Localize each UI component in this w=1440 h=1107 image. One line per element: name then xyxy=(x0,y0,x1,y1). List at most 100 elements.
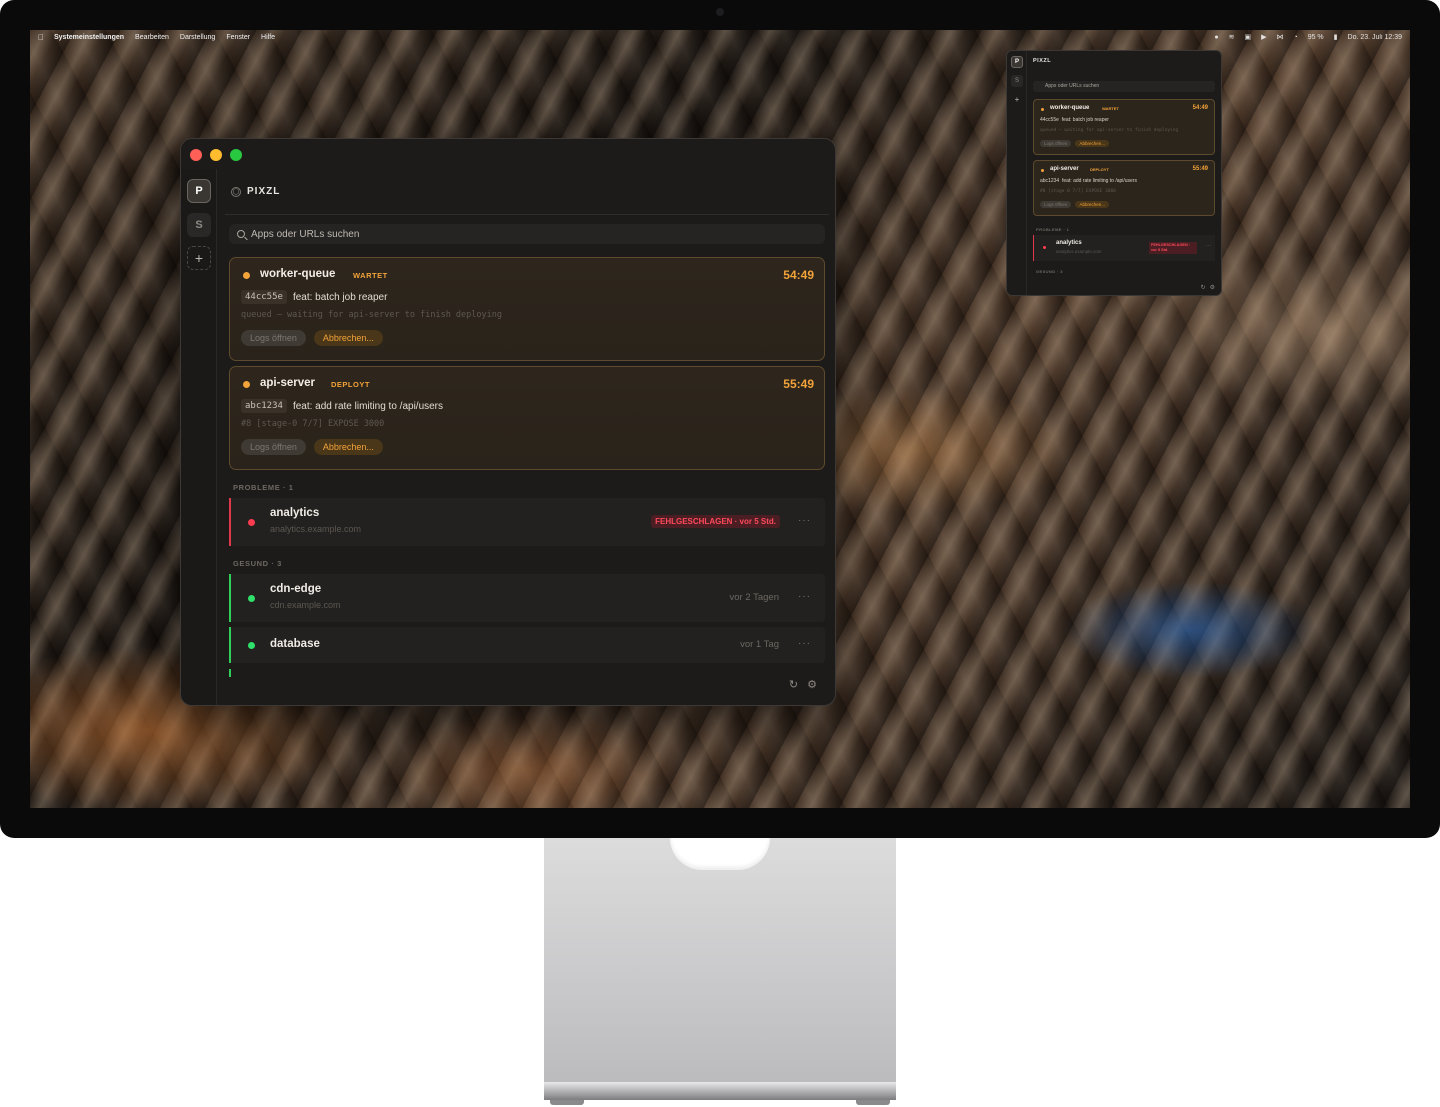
mini-commit-message: feat: add rate limiting to /api/users xyxy=(1061,178,1138,184)
menu-darstellung[interactable]: Darstellung xyxy=(180,34,215,41)
bluetooth-icon[interactable]: ⋈ xyxy=(1276,33,1283,41)
mini-commit-message: feat: batch job reaper xyxy=(1061,117,1109,123)
status-bar xyxy=(229,498,231,546)
service-row-cdn-edge[interactable]: cdn-edge cdn.example.com vor 2 Tagen ··· xyxy=(229,574,825,622)
problems-header: PROBLEME · 1 xyxy=(233,483,294,492)
status-dot xyxy=(248,642,255,649)
zoom-button[interactable] xyxy=(230,149,242,161)
display-icon[interactable]: ▣ xyxy=(1244,33,1251,41)
rail-project-s[interactable]: S xyxy=(187,213,211,237)
pixzl-window: P S + ◯ PIXZL Apps oder URLs suchen work… xyxy=(180,138,836,706)
mini-rail-project-s[interactable]: S xyxy=(1011,75,1023,87)
gear-icon[interactable]: ⚙ xyxy=(1210,284,1215,291)
gear-icon[interactable]: ⚙ xyxy=(807,678,817,691)
commit-sha: 44cc55e xyxy=(241,290,287,304)
more-icon[interactable]: ··· xyxy=(798,638,811,649)
service-name: cdn-edge xyxy=(270,583,322,595)
last-deploy-time: vor 2 Tagen xyxy=(729,592,779,603)
deploy-name: api-server xyxy=(260,377,315,389)
mini-deploy-card: api-server DEPLOYT 55:49 abc1234 feat: a… xyxy=(1033,160,1215,216)
cancel-button[interactable]: Abbrechen... xyxy=(313,439,383,455)
stand-foot-edge xyxy=(550,1100,584,1105)
pixzl-logo-icon: ◯ xyxy=(231,186,241,197)
mini-window[interactable]: P S + PIXZL Apps oder URLs suchen worker… xyxy=(1006,50,1222,296)
open-logs-button[interactable]: Logs öffnen xyxy=(241,330,306,346)
mini-fail-badge: FEHLGESCHLAGEN · vor 5 Std. xyxy=(1149,242,1197,254)
menu-systemeinstellungen[interactable]: Systemeinstellungen xyxy=(54,34,124,41)
wifi-icon[interactable]: ◔ xyxy=(1293,34,1297,41)
status-dot xyxy=(248,595,255,602)
mini-deploy-log: #8 [stage-0 7/7] EXPOSE 3000 xyxy=(1040,189,1116,194)
deploy-timer: 54:49 xyxy=(783,268,814,282)
status-dot xyxy=(1043,246,1046,249)
open-logs-button[interactable]: Logs öffnen xyxy=(241,439,306,455)
mini-problems-header: PROBLEME · 1 xyxy=(1036,227,1070,232)
mini-brand: PIXZL xyxy=(1033,58,1052,64)
rail-project-p[interactable]: P xyxy=(187,179,211,203)
fail-badge: FEHLGESCHLAGEN · vor 5 Std. xyxy=(651,515,780,528)
status-dot xyxy=(243,381,250,388)
mini-deploy-timer: 55:49 xyxy=(1192,166,1208,172)
service-name: database xyxy=(270,638,320,650)
search-input[interactable]: Apps oder URLs suchen xyxy=(229,224,825,244)
battery-status[interactable]: 95 % xyxy=(1308,34,1324,41)
more-icon[interactable]: ··· xyxy=(798,591,811,602)
status-dot xyxy=(243,272,250,279)
service-row-database[interactable]: database vor 1 Tag ··· xyxy=(229,627,825,663)
app-header: ◯ PIXZL xyxy=(225,169,829,215)
rail-add-button[interactable]: + xyxy=(187,246,211,270)
refresh-icon[interactable]: ↻ xyxy=(789,678,798,691)
mini-service-row-analytics[interactable]: analytics analytics.example.com FEHLGESC… xyxy=(1033,235,1215,261)
window-controls xyxy=(190,149,242,161)
status-badge: WARTET xyxy=(353,271,388,280)
deploy-timer: 55:49 xyxy=(783,377,814,391)
mini-rail-project-p[interactable]: P xyxy=(1011,56,1023,68)
mini-status-badge: DEPLOYT xyxy=(1090,167,1109,172)
mini-deploy-log: queued — waiting for api-server to finis… xyxy=(1040,128,1179,133)
commit-message: feat: add rate limiting to /api/users xyxy=(292,400,444,412)
menu-fenster[interactable]: Fenster xyxy=(226,34,250,41)
mini-open-logs-button[interactable]: Logs öffnen xyxy=(1040,201,1072,208)
status-dot xyxy=(1041,108,1044,111)
close-button[interactable] xyxy=(190,149,202,161)
more-icon[interactable]: ··· xyxy=(798,515,811,526)
battery-icon: ▮ xyxy=(1333,34,1338,41)
mini-rail: P S + xyxy=(1007,51,1027,295)
search-icon xyxy=(237,230,245,238)
status-bar xyxy=(229,574,231,622)
commit-sha: abc1234 xyxy=(241,399,287,413)
service-url[interactable]: cdn.example.com xyxy=(270,600,341,610)
status-bar-partial xyxy=(229,669,231,677)
control-center-icon[interactable]: ● xyxy=(1214,34,1218,41)
mini-open-logs-button[interactable]: Logs öffnen xyxy=(1040,140,1072,147)
cancel-button[interactable]: Abbrechen... xyxy=(313,330,383,346)
main-content: ◯ PIXZL Apps oder URLs suchen worker-que… xyxy=(225,169,829,699)
service-row-analytics[interactable]: analytics analytics.example.com FEHLGESC… xyxy=(229,498,825,546)
apple-logo-icon[interactable]:  xyxy=(38,33,44,42)
menu-bearbeiten[interactable]: Bearbeiten xyxy=(135,34,169,41)
mini-rail-add-button[interactable]: + xyxy=(1011,93,1023,105)
menu-hilfe[interactable]: Hilfe xyxy=(261,34,275,41)
mini-more-icon[interactable]: ··· xyxy=(1206,243,1211,249)
status-dot xyxy=(248,519,255,526)
card-actions: Logs öffnen Abbrechen... xyxy=(241,439,383,455)
mini-cancel-button[interactable]: Abbrechen... xyxy=(1075,201,1109,208)
clock[interactable]: Do. 23. Juli 12:39 xyxy=(1348,34,1402,41)
refresh-icon[interactable]: ↻ xyxy=(1201,284,1206,291)
stand-foot-edge xyxy=(856,1100,890,1105)
mini-deploy-name: worker-queue xyxy=(1050,105,1090,111)
deploy-card-api-server: api-server DEPLOYT 55:49 abc1234 feat: a… xyxy=(229,366,825,470)
commit-info: abc1234 feat: add rate limiting to /api/… xyxy=(241,399,443,413)
mini-search-input[interactable]: Apps oder URLs suchen xyxy=(1033,81,1215,92)
status-area: ● ≋ ▣ ▶ ⋈ ◔ 95 % ▮ Do. 23. Juli 12:39 xyxy=(1214,33,1402,42)
minimize-button[interactable] xyxy=(210,149,222,161)
mini-cancel-button[interactable]: Abbrechen... xyxy=(1075,140,1109,147)
audio-icon[interactable]: ≋ xyxy=(1229,33,1235,41)
camera xyxy=(716,8,724,16)
status-badge: DEPLOYT xyxy=(331,380,370,389)
play-icon[interactable]: ▶ xyxy=(1261,33,1266,41)
service-name: analytics xyxy=(270,507,320,519)
service-url[interactable]: analytics.example.com xyxy=(270,524,361,534)
mini-footer: ↻ ⚙ xyxy=(1201,284,1215,291)
commit-message: feat: batch job reaper xyxy=(292,291,388,303)
